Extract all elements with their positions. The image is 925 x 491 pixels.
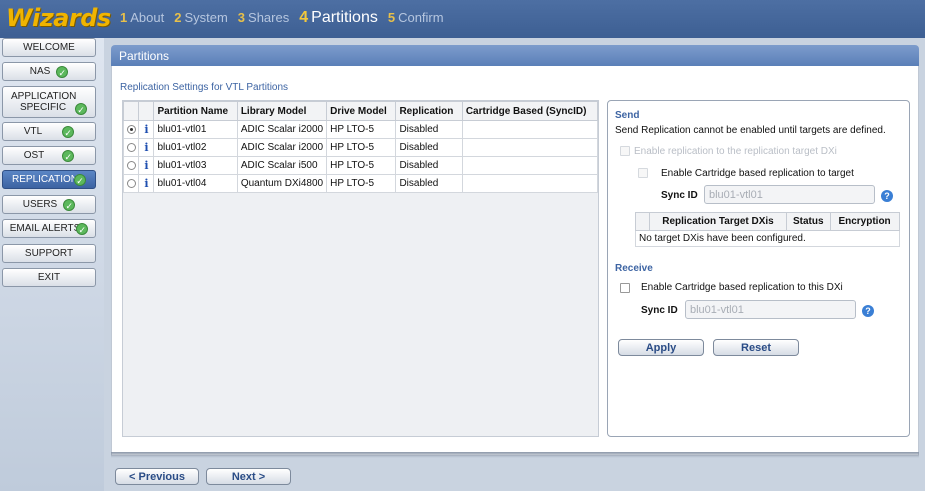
receive-sync-id-input[interactable] [685,300,856,319]
apply-button[interactable]: Apply [618,339,704,356]
targets-header-row: Replication Target DXis Status Encryptio… [635,212,900,231]
partitions-table-region: Partition Name Library Model Drive Model… [122,100,599,437]
sidebar-item-nas[interactable]: NAS ✓ [2,62,96,81]
info-icon[interactable]: i [144,159,148,172]
row-radio[interactable] [126,160,136,170]
sidebar-item-exit[interactable]: EXIT [2,268,96,287]
receive-cartridge-label: Enable Cartridge based replication to th… [641,282,843,293]
table-row[interactable]: i blu01-vtl02 ADIC Scalar i2000 HP LTO-5… [122,138,599,157]
column-replication-target[interactable]: Replication Target DXis [649,212,787,231]
panel-title: Partitions [119,49,170,63]
wizards-logo: Wizards [6,4,111,32]
panel-shadow [111,452,919,458]
step-partitions[interactable]: 4 Partitions [299,9,378,27]
column-library-model[interactable]: Library Model [236,101,328,121]
panel-title-bar: Partitions [111,45,919,66]
sidebar-item-application-specific[interactable]: APPLICATION SPECIFIC ✓ [2,86,96,118]
column-status[interactable]: Status [786,212,831,231]
sidebar-item-support[interactable]: SUPPORT [2,244,96,263]
receive-cartridge-checkbox[interactable] [620,283,630,293]
partitions-table: Partition Name Library Model Drive Model… [122,101,599,193]
targets-empty-message: No target DXis have been configured. [635,230,900,247]
check-icon: ✓ [56,65,69,78]
select-column-header [122,101,140,121]
send-cartridge-label: Enable Cartridge based replication to ta… [661,168,854,179]
step-confirm[interactable]: 5 Confirm [388,10,444,25]
table-row[interactable]: i blu01-vtl03 ADIC Scalar i500 HP LTO-5 … [122,156,599,175]
next-button[interactable]: Next > [206,468,291,485]
row-radio[interactable] [126,142,136,152]
check-icon: ✓ [62,125,75,138]
sidebar-item-email-alerts[interactable]: EMAIL ALERTS ✓ [2,219,96,238]
row-radio[interactable] [126,124,136,134]
send-sync-id-label: Sync ID [661,190,698,201]
send-cartridge-checkbox[interactable] [638,168,648,178]
step-shares[interactable]: 3 Shares [238,10,289,25]
table-row[interactable]: i blu01-vtl01 ADIC Scalar i2000 HP LTO-5… [122,120,599,139]
check-icon: ✓ [75,103,87,115]
enable-replication-label: Enable replication to the replication ta… [634,146,837,157]
sidebar-item-vtl[interactable]: VTL ✓ [2,122,96,141]
sidebar-item-ost[interactable]: OST ✓ [2,146,96,165]
wizard-steps: 1 About 2 System 3 Shares 4 Partitions 5 Conf… [120,9,444,27]
step-system[interactable]: 2 System [174,10,228,25]
check-icon: ✓ [73,173,86,186]
check-icon: ✓ [76,222,89,235]
column-cartridge-based[interactable]: Cartridge Based (SyncID) [461,101,599,121]
table-header-row: Partition Name Library Model Drive Model… [122,101,599,121]
info-icon[interactable]: i [144,123,148,136]
check-icon: ✓ [62,149,75,162]
help-icon[interactable]: ? [862,305,874,317]
wizard-header: Wizards 1 About 2 System 3 Shares 4 Partitio… [0,0,925,38]
info-column-header [138,101,155,121]
receive-heading: Receive [615,263,653,274]
column-drive-model[interactable]: Drive Model [326,101,397,121]
sidebar-item-users[interactable]: USERS ✓ [2,195,96,214]
replication-targets-table: Replication Target DXis Status Encryptio… [635,212,900,247]
targets-empty-row: No target DXis have been configured. [635,230,900,247]
column-encryption[interactable]: Encryption [829,212,900,231]
previous-button[interactable]: < Previous [115,468,199,485]
sidebar-item-replication[interactable]: REPLICATION ✓ [2,170,96,189]
reset-button[interactable]: Reset [713,339,799,356]
check-icon: ✓ [63,198,76,211]
info-icon[interactable]: i [144,177,148,190]
info-icon[interactable]: i [144,141,148,154]
receive-sync-id-label: Sync ID [641,305,678,316]
send-sync-id-input[interactable] [704,185,875,204]
step-about[interactable]: 1 About [120,10,164,25]
column-replication[interactable]: Replication [395,101,463,121]
enable-replication-checkbox[interactable] [620,146,630,156]
sidebar-item-welcome[interactable]: WELCOME [2,38,96,57]
table-row[interactable]: i blu01-vtl04 Quantum DXi4800 HP LTO-5 D… [122,174,599,193]
section-label: Replication Settings for VTL Partitions [120,82,289,93]
help-icon[interactable]: ? [881,190,893,202]
send-heading: Send [615,110,640,121]
row-radio[interactable] [126,178,136,188]
column-partition-name[interactable]: Partition Name [153,101,238,121]
send-notice: Send Replication cannot be enabled until… [615,125,886,136]
